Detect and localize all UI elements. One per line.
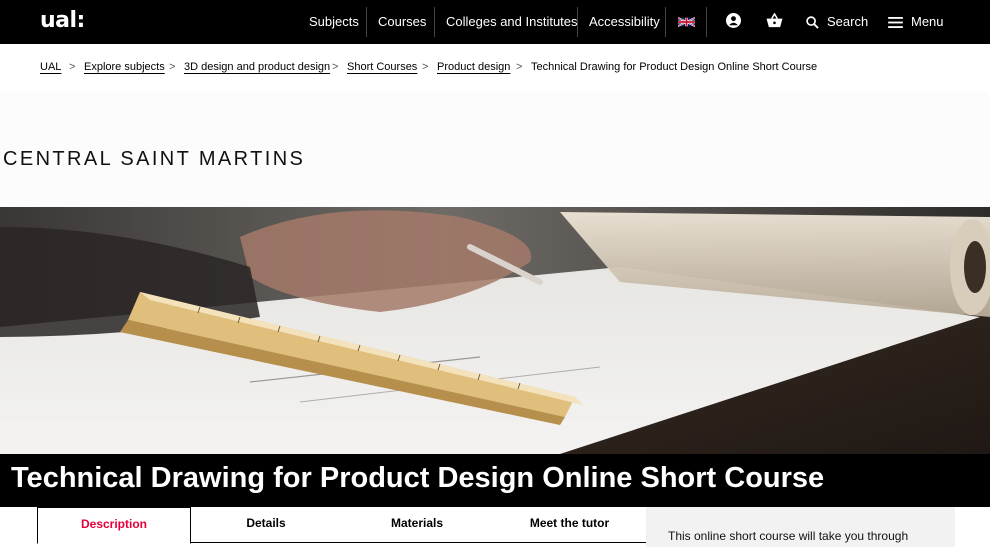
uk-flag-icon[interactable] [678,16,695,28]
hero-image [0,207,990,454]
school-header: CENTRAL SAINT MARTINS [0,92,990,207]
account-icon[interactable] [726,13,741,28]
nav-divider [706,7,707,37]
nav-divider [434,7,435,37]
menu-icon[interactable] [888,17,903,28]
tab-list: Description Details Materials Meet the t… [37,507,646,544]
breadcrumb-current: Technical Drawing for Product Design Onl… [531,61,818,73]
course-title-bar: Technical Drawing for Product Design Onl… [0,454,990,507]
nav-colleges[interactable]: Colleges and Institutes [446,0,578,44]
breadcrumb-short-courses[interactable]: Short Courses [347,61,417,73]
nav-divider [665,7,666,37]
tab-materials[interactable]: Materials [341,507,493,543]
course-title: Technical Drawing for Product Design Onl… [11,462,825,494]
nav-divider [366,7,367,37]
tab-description[interactable]: Description [37,507,191,544]
nav-divider [577,7,578,37]
ual-logo[interactable]: ual: [40,8,85,33]
course-summary-text: This online short course will take you t… [668,529,909,543]
tab-meet-the-tutor[interactable]: Meet the tutor [493,507,646,543]
breadcrumb-product-design[interactable]: Product design [437,61,510,73]
breadcrumb-separator: > [422,61,429,73]
breadcrumb-explore-subjects[interactable]: Explore subjects [84,61,165,73]
nav-courses[interactable]: Courses [378,0,426,44]
breadcrumb-separator: > [169,61,176,73]
course-summary-panel: This online short course will take you t… [646,507,955,547]
nav-accessibility[interactable]: Accessibility [589,0,660,44]
breadcrumb-separator: > [332,61,339,73]
breadcrumb-separator: > [516,61,523,73]
basket-icon[interactable] [766,13,783,28]
top-navigation: ual: Subjects Courses Colleges and Insti… [0,0,990,44]
menu-button[interactable]: Menu [911,0,944,44]
breadcrumb: UAL > Explore subjects > 3D design and p… [0,44,990,92]
search-icon[interactable] [806,16,819,29]
breadcrumb-ual[interactable]: UAL [40,61,61,73]
course-tabs-area: Description Details Materials Meet the t… [0,507,990,547]
breadcrumb-3d-design[interactable]: 3D design and product design [184,61,330,73]
nav-subjects[interactable]: Subjects [309,0,359,44]
hero-illustration [0,207,990,454]
search-button[interactable]: Search [827,0,868,44]
school-name: CENTRAL SAINT MARTINS [3,148,306,170]
breadcrumb-separator: > [69,61,76,73]
tab-details[interactable]: Details [191,507,341,543]
